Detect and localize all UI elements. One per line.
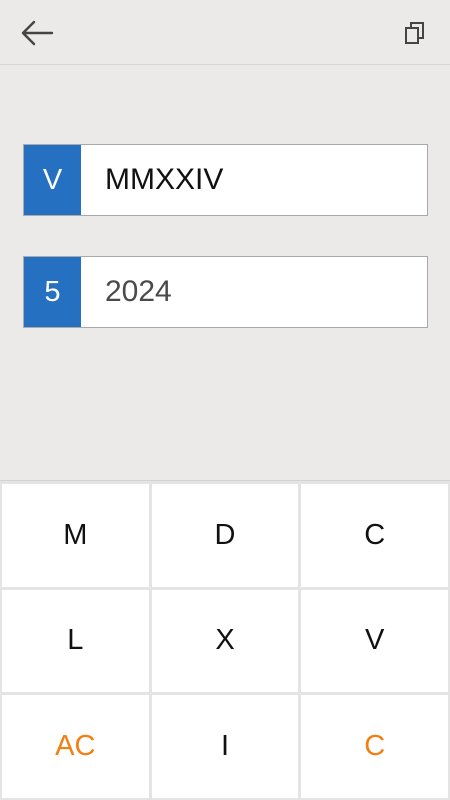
copy-button[interactable] [396, 13, 434, 53]
clear-button[interactable]: C [301, 695, 448, 798]
key-v[interactable]: V [301, 589, 448, 693]
back-button[interactable] [14, 14, 60, 52]
roman-numeral-converter: V MMXXIV 5 2024 M D C L X V AC I C [0, 0, 450, 800]
key-d[interactable]: D [151, 484, 299, 587]
roman-mode-badge[interactable]: V [24, 145, 81, 215]
key-l[interactable]: L [2, 589, 149, 693]
key-c[interactable]: C [301, 484, 448, 587]
arabic-number-field[interactable]: 5 2024 [23, 256, 428, 328]
keypad: M D C L X V AC I C [0, 480, 450, 800]
arrow-left-icon [21, 20, 54, 46]
roman-numeral-field[interactable]: V MMXXIV [23, 144, 428, 216]
top-bar [0, 0, 450, 65]
copy-icon [405, 22, 424, 44]
arabic-value: 2024 [105, 275, 172, 308]
key-x[interactable]: X [151, 589, 299, 693]
key-i[interactable]: I [151, 695, 299, 798]
arabic-mode-badge[interactable]: 5 [24, 257, 81, 327]
all-clear-button[interactable]: AC [2, 695, 149, 798]
roman-value: MMXXIV [105, 163, 224, 196]
key-m[interactable]: M [2, 484, 149, 587]
